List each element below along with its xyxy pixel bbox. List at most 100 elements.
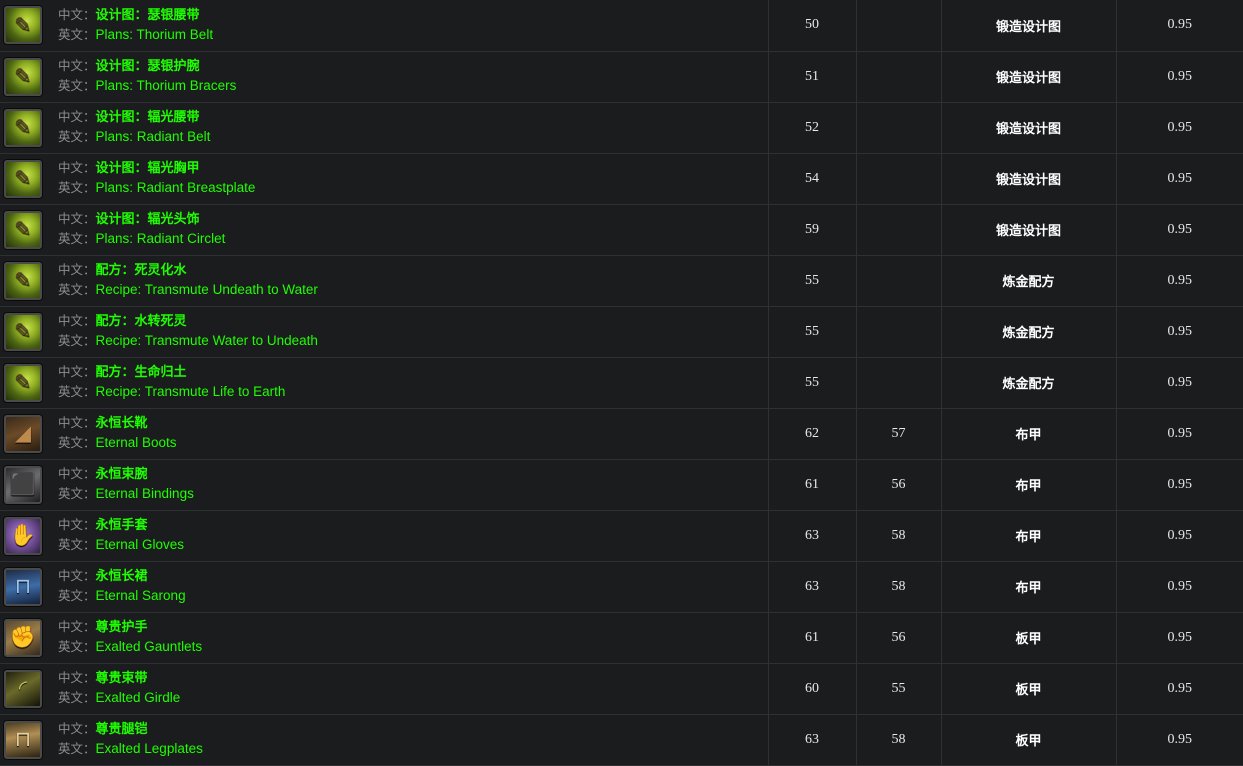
- item-name-cell[interactable]: ⊓ 中文：尊贵腿铠 英文：Exalted Legplates: [0, 714, 769, 766]
- item-name-en: Eternal Boots: [95, 435, 177, 450]
- boots-icon[interactable]: ◢: [4, 414, 42, 453]
- item-name-cell[interactable]: ✊ 中文：尊贵护手 英文：Exalted Gauntlets: [0, 612, 769, 664]
- required-level-cell: [856, 255, 942, 307]
- item-level-cell: 51: [768, 51, 857, 103]
- item-level-cell: 50: [768, 0, 857, 52]
- item-name-cn: 配方：死灵化水: [95, 262, 187, 278]
- table-row[interactable]: ✎ 中文：设计图：辐光胸甲 英文：Plans: Radiant Breastplat…: [0, 153, 1243, 205]
- legs-icon[interactable]: ⊓: [4, 567, 42, 606]
- item-name-en: Recipe: Transmute Water to Undeath: [95, 333, 318, 348]
- gauntlets-icon[interactable]: ✊: [4, 618, 42, 657]
- plans-scroll-icon[interactable]: ✎: [4, 57, 42, 96]
- category-cell: 布甲: [941, 510, 1117, 562]
- belt-icon[interactable]: ◜: [4, 669, 42, 708]
- item-name-cn: 设计图：瑟银腰带: [95, 6, 200, 22]
- recipe-scroll-icon-glyph: ✎: [14, 320, 32, 343]
- item-name-cn: 永恒长靴: [95, 415, 148, 431]
- en-label: 英文：: [58, 691, 96, 705]
- item-name-cn-line: 中文：配方：死灵化水: [58, 261, 318, 280]
- required-level-cell: [856, 51, 942, 103]
- item-name-en: Exalted Girdle: [95, 690, 181, 705]
- item-name-cn: 配方：水转死灵: [95, 313, 187, 329]
- item-name-cn: 永恒束腕: [95, 466, 148, 482]
- legplates-icon[interactable]: ⊓: [4, 720, 42, 759]
- table-row[interactable]: ⊓ 中文：永恒长裙 英文：Eternal Sarong 63 58 布甲 0.95: [0, 561, 1243, 613]
- item-name-en-line: 英文：Plans: Radiant Circlet: [58, 229, 225, 249]
- item-name-cell[interactable]: ✎ 中文：设计图：瑟银护腕 英文：Plans: Thorium Bracers: [0, 51, 769, 103]
- table-row[interactable]: ✎ 中文：设计图：辐光头饰 英文：Plans: Radiant Circlet 59 锻…: [0, 204, 1243, 256]
- item-name-cell[interactable]: ◜ 中文：尊贵束带 英文：Exalted Girdle: [0, 663, 769, 715]
- plans-scroll-icon[interactable]: ✎: [4, 6, 42, 45]
- gloves-icon[interactable]: ✋: [4, 516, 42, 555]
- item-name-cell[interactable]: ✎ 中文：设计图：辐光腰带 英文：Plans: Radiant Belt: [0, 102, 769, 154]
- boots-icon-glyph: ◢: [14, 422, 32, 445]
- table-row[interactable]: ◢ 中文：永恒长靴 英文：Eternal Boots 62 57 布甲 0.95: [0, 408, 1243, 460]
- item-name-en-line: 英文：Eternal Sarong: [58, 586, 186, 606]
- item-name-cn-line: 中文：永恒长靴: [58, 414, 177, 433]
- item-list-table: ✎ 中文： 设计图：瑟银腰带英文：Plans: Thorium Belt 50 锻造设计…: [0, 0, 1243, 766]
- item-name-text: 中文：永恒束腕 英文：Eternal Bindings: [58, 465, 194, 504]
- plans-scroll-icon[interactable]: ✎: [4, 210, 42, 249]
- table-row[interactable]: ✎ 中文：设计图：瑟银腰带 英文：Plans: Thorium Belt 50 锻造设计…: [0, 0, 1243, 52]
- item-level-cell: 63: [768, 510, 857, 562]
- table-row[interactable]: ✎ 中文：配方：生命归土 英文：Recipe: Transmute Life to …: [0, 357, 1243, 409]
- category-cell: 布甲: [941, 561, 1117, 613]
- cn-label: 中文：: [58, 722, 96, 737]
- item-name-cell[interactable]: ⬛ 中文：永恒束腕 英文：Eternal Bindings: [0, 459, 769, 511]
- bracers-icon-glyph: ⬛: [9, 473, 37, 496]
- item-name-cell[interactable]: ✎ 中文：配方：死灵化水 英文：Recipe: Transmute Undeath …: [0, 255, 769, 307]
- table-row[interactable]: ✎ 中文：设计图：瑟银护腕 英文：Plans: Thorium Bracers 51 锻…: [0, 51, 1243, 103]
- table-row[interactable]: ✊ 中文：尊贵护手 英文：Exalted Gauntlets 61 56 板甲 0.95: [0, 612, 1243, 664]
- recipe-scroll-icon[interactable]: ✎: [4, 312, 42, 351]
- item-name-text: 中文：设计图：辐光头饰 英文：Plans: Radiant Circlet: [58, 210, 225, 249]
- item-name-text: 中文：配方：死灵化水 英文：Recipe: Transmute Undeath t…: [58, 261, 318, 300]
- value-cell: 0.95: [1116, 408, 1243, 460]
- item-name-cell[interactable]: ✎ 中文：配方：水转死灵 英文：Recipe: Transmute Water to…: [0, 306, 769, 358]
- item-name-en-line: 英文：Plans: Thorium Belt: [58, 25, 213, 45]
- item-name-cn: 永恒手套: [95, 517, 148, 533]
- cn-label: 中文：: [58, 212, 96, 227]
- item-name-en: Recipe: Transmute Undeath to Water: [95, 282, 318, 297]
- en-label: 英文：: [58, 79, 96, 93]
- required-level-cell: 57: [856, 408, 942, 460]
- value-cell: 0.95: [1116, 0, 1243, 52]
- category-cell: 锻造设计图: [941, 51, 1117, 103]
- item-name-en: Exalted Legplates: [95, 741, 203, 756]
- value-cell: 0.95: [1116, 306, 1243, 358]
- plans-scroll-icon-glyph: ✎: [14, 218, 32, 241]
- item-name-en-line: 英文：Exalted Legplates: [58, 739, 203, 759]
- item-name-cn-line: 中文：设计图：瑟银护腕: [58, 57, 236, 76]
- en-label: 英文：: [58, 181, 96, 195]
- required-level-cell: 56: [856, 612, 942, 664]
- item-name-cell[interactable]: ✎ 中文：设计图：辐光头饰 英文：Plans: Radiant Circlet: [0, 204, 769, 256]
- table-row[interactable]: ⬛ 中文：永恒束腕 英文：Eternal Bindings 61 56 布甲 0.95: [0, 459, 1243, 511]
- item-name-cell[interactable]: ◢ 中文：永恒长靴 英文：Eternal Boots: [0, 408, 769, 460]
- bracers-icon[interactable]: ⬛: [4, 465, 42, 504]
- table-row[interactable]: ✎ 中文：配方：水转死灵 英文：Recipe: Transmute Water to…: [0, 306, 1243, 358]
- value-cell: 0.95: [1116, 153, 1243, 205]
- plans-scroll-icon[interactable]: ✎: [4, 159, 42, 198]
- recipe-scroll-icon[interactable]: ✎: [4, 261, 42, 300]
- required-level-cell: [856, 153, 942, 205]
- table-row[interactable]: ✎ 中文：配方：死灵化水 英文：Recipe: Transmute Undeath …: [0, 255, 1243, 307]
- table-row[interactable]: ✎ 中文：设计图：辐光腰带 英文：Plans: Radiant Belt 52 锻造设计…: [0, 102, 1243, 154]
- item-name-cell[interactable]: ✎ 中文：配方：生命归土 英文：Recipe: Transmute Life to …: [0, 357, 769, 409]
- item-name-text: 中文：设计图：辐光腰带 英文：Plans: Radiant Belt: [58, 108, 210, 147]
- cn-label: 中文：: [58, 569, 96, 584]
- item-name-cell[interactable]: ✎ 中文：设计图：瑟银腰带 英文：Plans: Thorium Belt: [0, 0, 769, 52]
- item-name-cell[interactable]: ✎ 中文：设计图：辐光胸甲 英文：Plans: Radiant Breastplat…: [0, 153, 769, 205]
- item-name-cell[interactable]: ✋ 中文：永恒手套 英文：Eternal Gloves: [0, 510, 769, 562]
- table-row[interactable]: ⊓ 中文：尊贵腿铠 英文：Exalted Legplates 63 58 板甲 0.95: [0, 714, 1243, 766]
- category-cell: 板甲: [941, 663, 1117, 715]
- item-name-en: Plans: Radiant Breastplate: [95, 180, 256, 195]
- table-row[interactable]: ◜ 中文：尊贵束带 英文：Exalted Girdle 60 55 板甲 0.95: [0, 663, 1243, 715]
- plans-scroll-icon-glyph: ✎: [14, 116, 32, 139]
- item-name-cell[interactable]: ⊓ 中文：永恒长裙 英文：Eternal Sarong: [0, 561, 769, 613]
- item-level-cell: 55: [768, 306, 857, 358]
- recipe-scroll-icon-glyph: ✎: [14, 371, 32, 394]
- value-cell: 0.95: [1116, 612, 1243, 664]
- value-cell: 0.95: [1116, 255, 1243, 307]
- recipe-scroll-icon[interactable]: ✎: [4, 363, 42, 402]
- plans-scroll-icon[interactable]: ✎: [4, 108, 42, 147]
- table-row[interactable]: ✋ 中文：永恒手套 英文：Eternal Gloves 63 58 布甲 0.95: [0, 510, 1243, 562]
